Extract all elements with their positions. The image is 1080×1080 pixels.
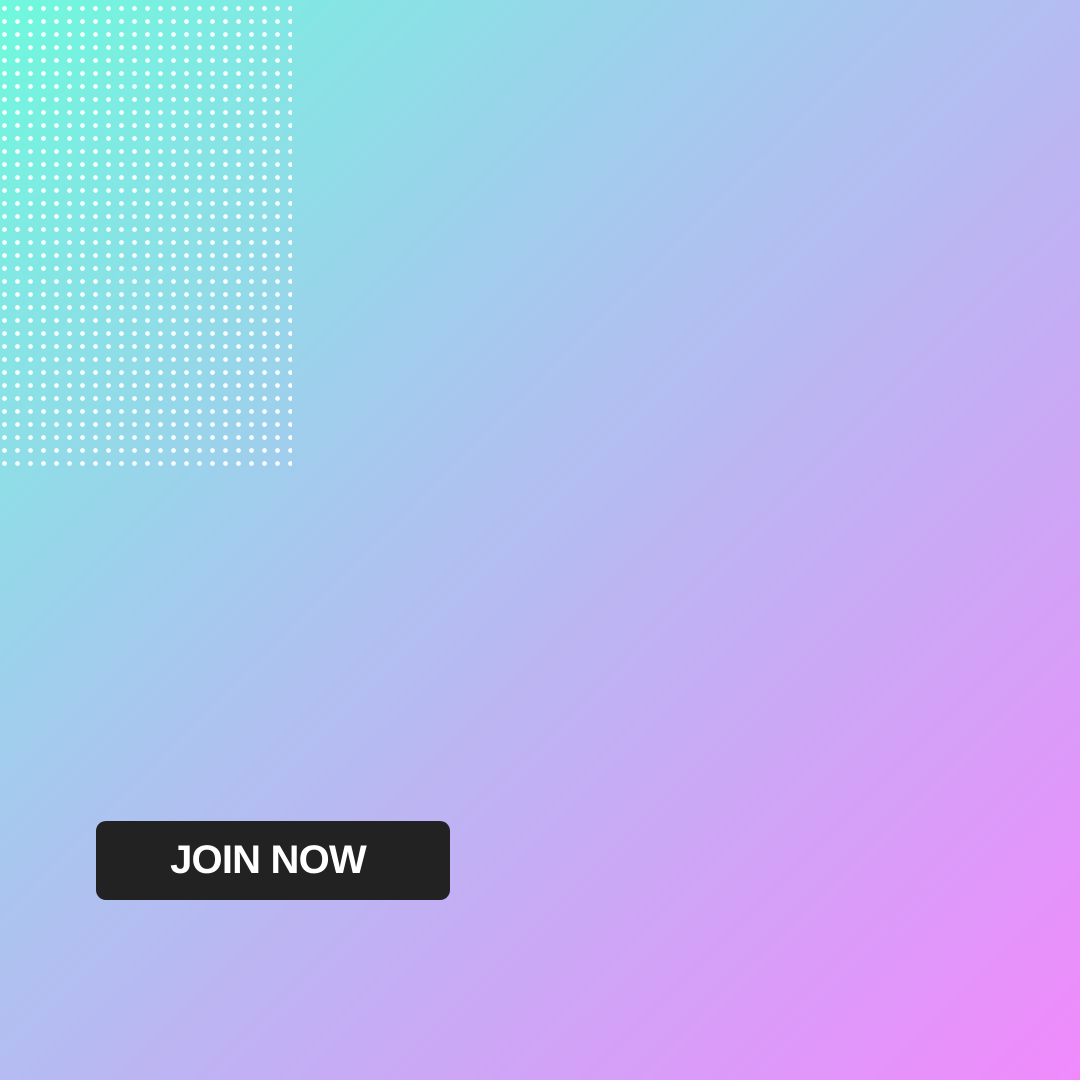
join-now-button[interactable]: JOIN NOW — [96, 821, 450, 900]
dot-pattern-decoration — [0, 0, 292, 470]
promo-canvas: JOIN NOW — [0, 0, 1080, 1080]
